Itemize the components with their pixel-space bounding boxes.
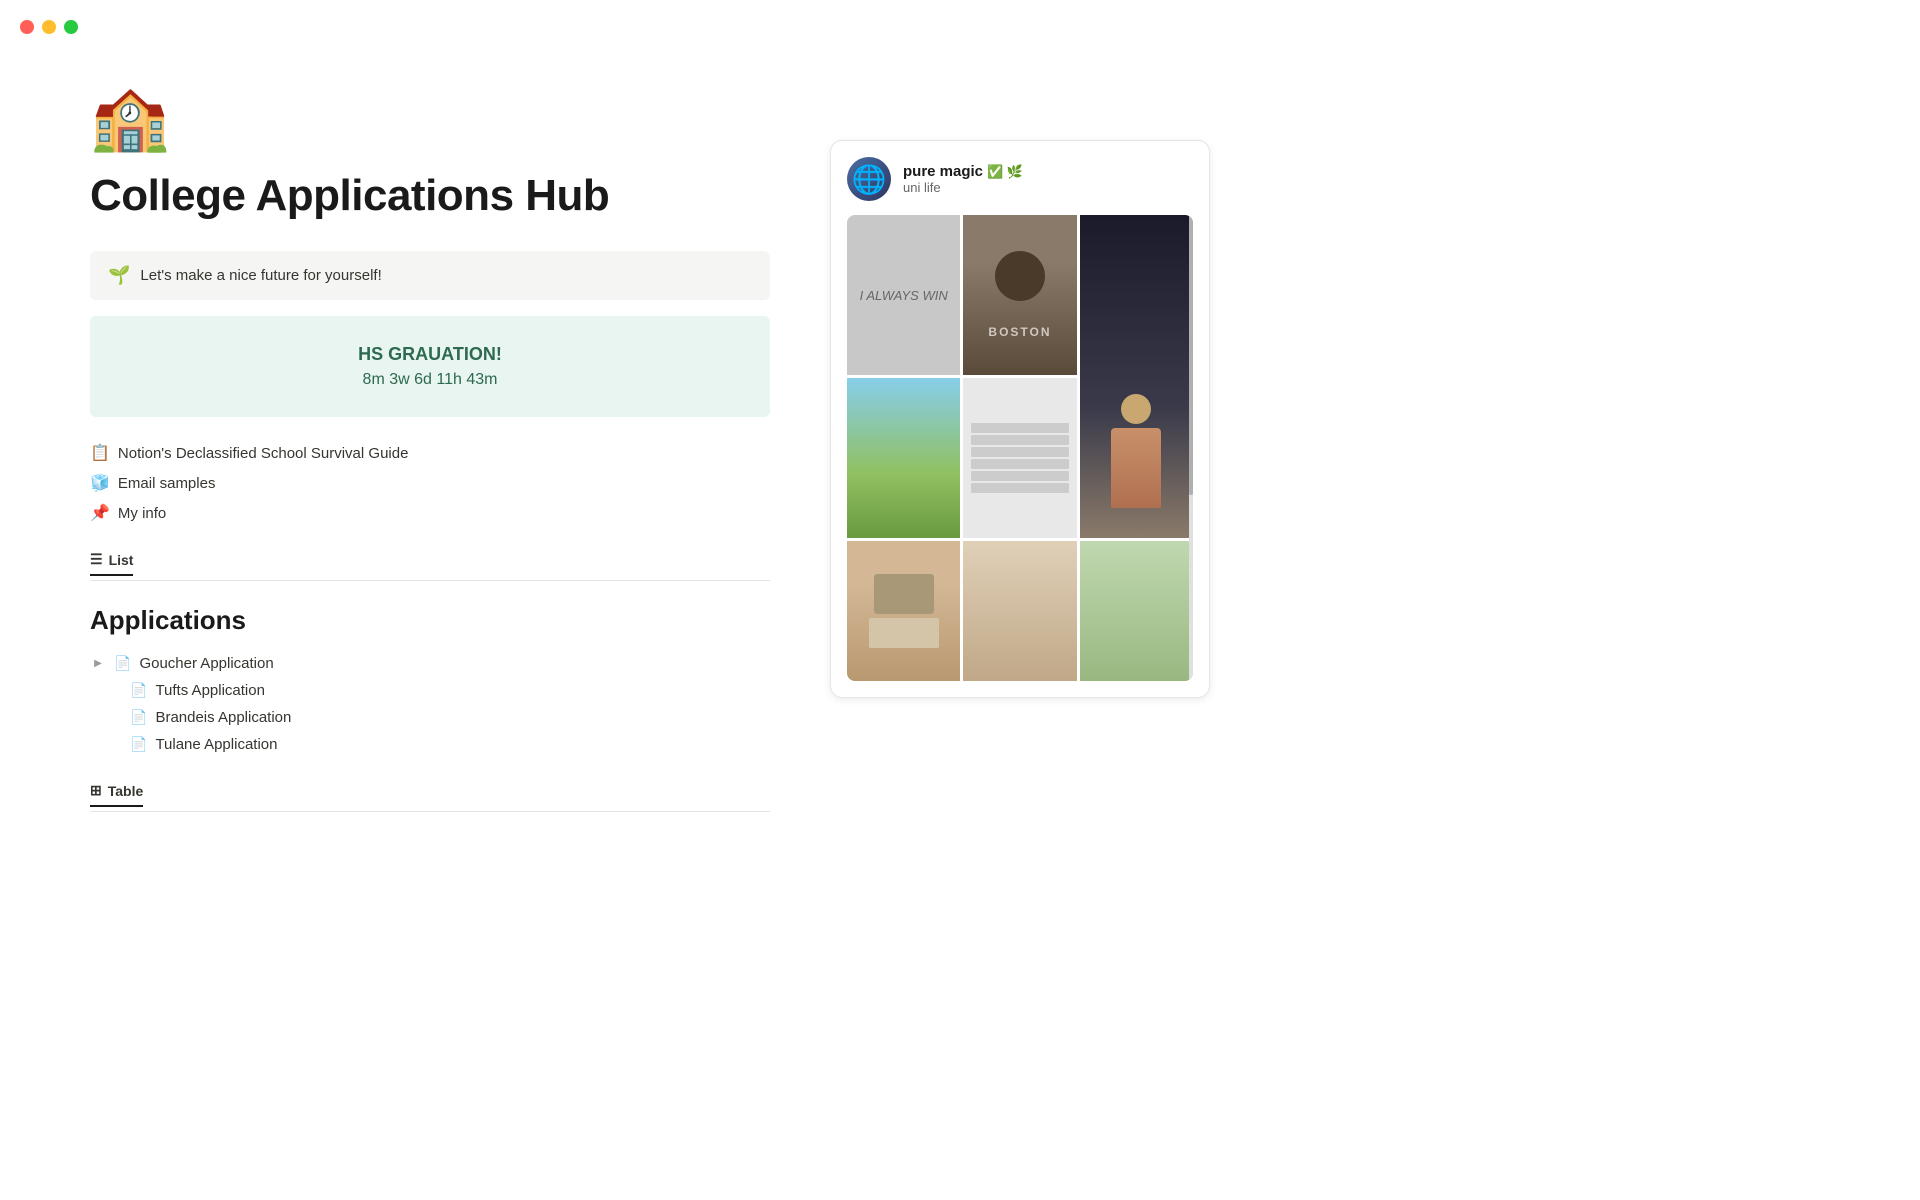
main-container: 🏫 College Applications Hub 🌱 Let's make …: [0, 0, 1920, 812]
list-item[interactable]: 📄 Tufts Application: [90, 679, 770, 702]
profile-badge-icons: ✅ 🌿: [987, 164, 1023, 180]
callout-text: Let's make a nice future for yourself!: [140, 267, 381, 284]
profile-subtitle: uni life: [903, 180, 1023, 195]
doc-icon: 📄: [130, 736, 147, 753]
image-cell-7: [963, 541, 1076, 681]
doc-icon: 📄: [114, 655, 131, 672]
scroll-indicator: [1189, 215, 1193, 538]
callout-icon: 🌱: [108, 265, 130, 286]
image-cell-4: [847, 378, 960, 538]
app-item-label: Tufts Application: [155, 682, 265, 699]
profile-name: pure magic ✅ 🌿: [903, 163, 1023, 180]
scroll-thumb: [1189, 215, 1193, 495]
app-item-label: Tulane Application: [155, 736, 277, 753]
my-info-label: My info: [118, 505, 166, 522]
doc-icon: 📄: [130, 709, 147, 726]
image-cell-8: [1080, 541, 1193, 681]
applications-list: ▶ 📄 Goucher Application 📄 Tufts Applicat…: [90, 652, 770, 756]
list-tab-icon: ☰: [90, 551, 103, 568]
image-cell-3: [1080, 215, 1193, 538]
app-item-label: Goucher Application: [139, 655, 273, 672]
avatar-globe-icon: 🌐: [852, 163, 887, 196]
tab-divider: [90, 580, 770, 581]
tab-table[interactable]: ⊞ Table: [90, 776, 143, 807]
tab-list[interactable]: ☰ List: [90, 545, 133, 576]
social-card: 🌐 pure magic ✅ 🌿 uni life I ALWAYS WIN: [830, 140, 1210, 698]
my-info-icon: 📌: [90, 503, 110, 523]
email-samples-icon: 🧊: [90, 473, 110, 493]
survival-guide-icon: 📋: [90, 443, 110, 463]
image-cell-6: [847, 541, 960, 681]
table-tab-icon: ⊞: [90, 782, 102, 799]
page-title: College Applications Hub: [90, 171, 770, 221]
avatar: 🌐: [847, 157, 891, 201]
page-icon: 🏫: [90, 80, 770, 155]
app-item-label: Brandeis Application: [155, 709, 291, 726]
tab-bar-2: ⊞ Table: [90, 776, 770, 807]
right-panel: 🌐 pure magic ✅ 🌿 uni life I ALWAYS WIN: [830, 140, 1210, 812]
link-item-email-samples[interactable]: 🧊 Email samples: [90, 471, 770, 495]
left-content: 🏫 College Applications Hub 🌱 Let's make …: [90, 80, 770, 812]
expand-arrow-icon: ▶: [90, 658, 106, 669]
social-header: 🌐 pure magic ✅ 🌿 uni life: [847, 157, 1193, 201]
countdown-time: 8m 3w 6d 11h 43m: [108, 371, 752, 389]
doc-icon: 📄: [130, 682, 147, 699]
tab-divider-2: [90, 811, 770, 812]
link-item-survival-guide[interactable]: 📋 Notion's Declassified School Survival …: [90, 441, 770, 465]
list-item[interactable]: ▶ 📄 Goucher Application: [90, 652, 770, 675]
tab-bar: ☰ List: [90, 545, 770, 576]
table-tab-label: Table: [108, 783, 144, 799]
link-item-my-info[interactable]: 📌 My info: [90, 501, 770, 525]
list-item[interactable]: 📄 Tulane Application: [90, 733, 770, 756]
countdown-box: HS GRAUATION! 8m 3w 6d 11h 43m: [90, 316, 770, 417]
survival-guide-label: Notion's Declassified School Survival Gu…: [118, 445, 409, 462]
profile-name-text: pure magic: [903, 163, 983, 180]
image-cell-1: I ALWAYS WIN: [847, 215, 960, 375]
applications-section-title: Applications: [90, 605, 770, 636]
window-controls: [20, 20, 78, 34]
image-grid: I ALWAYS WIN BOSTON: [847, 215, 1193, 681]
links-list: 📋 Notion's Declassified School Survival …: [90, 441, 770, 525]
list-item[interactable]: 📄 Brandeis Application: [90, 706, 770, 729]
countdown-title: HS GRAUATION!: [108, 344, 752, 365]
maximize-button[interactable]: [64, 20, 78, 34]
list-tab-label: List: [109, 552, 134, 568]
image-text-always-win: I ALWAYS WIN: [850, 278, 958, 313]
callout-box: 🌱 Let's make a nice future for yourself!: [90, 251, 770, 300]
close-button[interactable]: [20, 20, 34, 34]
email-samples-label: Email samples: [118, 475, 216, 492]
profile-info: pure magic ✅ 🌿 uni life: [903, 163, 1023, 195]
minimize-button[interactable]: [42, 20, 56, 34]
image-cell-5: [963, 378, 1076, 538]
image-cell-2: BOSTON: [963, 215, 1076, 375]
